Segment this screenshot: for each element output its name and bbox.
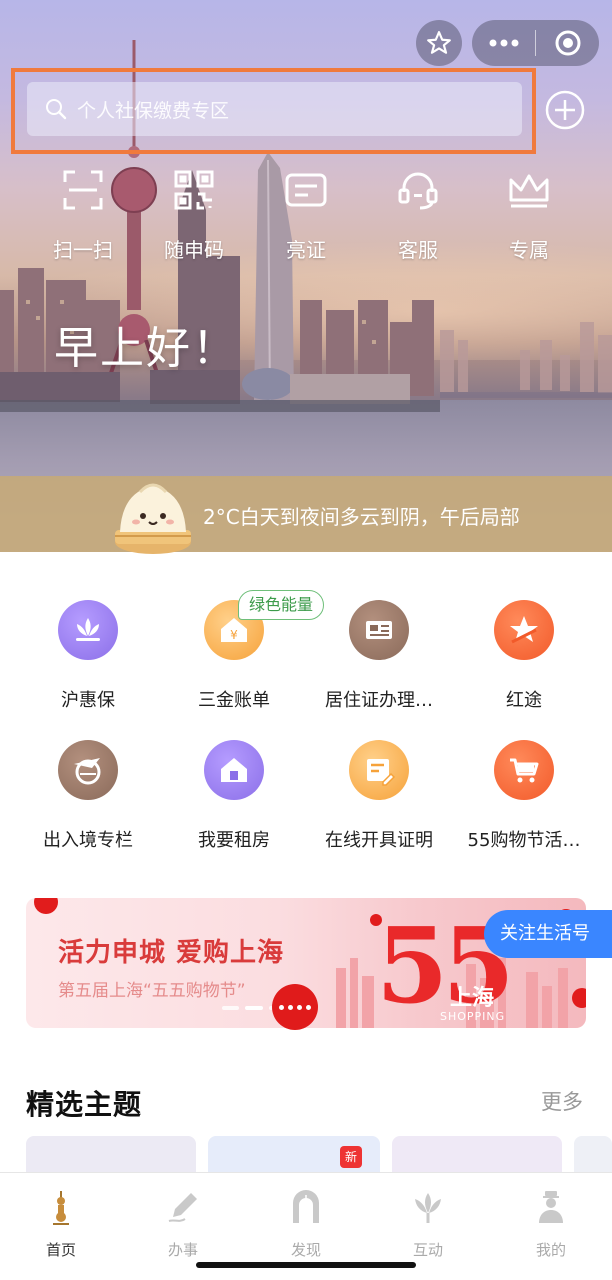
- svg-text:¥: ¥: [230, 628, 238, 642]
- dot: [279, 1004, 284, 1010]
- floating-more-icon[interactable]: [272, 984, 318, 1030]
- weather-text: 2°C白天到夜间多云到阴，午后局部: [203, 505, 520, 529]
- themes-more-link[interactable]: 更多: [541, 1086, 583, 1116]
- pagination-dot: [222, 1006, 240, 1010]
- service-label: 三金账单: [198, 690, 270, 711]
- tab-home[interactable]: 首页: [16, 1189, 106, 1260]
- quick-action-label: 专属: [509, 238, 549, 262]
- service-icon-bg: [494, 600, 554, 660]
- search-input[interactable]: 个人社保缴费专区: [27, 82, 522, 136]
- service-label: 55购物节活…: [467, 830, 581, 851]
- service-icon-bg: [494, 740, 554, 800]
- search-placeholder: 个人社保缴费专区: [77, 99, 230, 122]
- service-red-route[interactable]: 红途: [451, 590, 597, 712]
- dot: [297, 1004, 302, 1010]
- id-card-icon: [285, 173, 327, 207]
- follow-life-account-button[interactable]: 关注生活号: [484, 910, 612, 958]
- cart-icon: [510, 758, 539, 783]
- service-icon-bg: [349, 600, 409, 660]
- service-icon-bg: [58, 740, 118, 800]
- quick-action-label: 亮证: [286, 238, 326, 262]
- crown-icon: [509, 174, 549, 208]
- document-edit-icon: [367, 759, 396, 786]
- quick-action-label: 随申码: [164, 238, 224, 262]
- dot: [288, 1004, 293, 1010]
- tab-label: 互动: [412, 1241, 443, 1259]
- tab-interact[interactable]: 互动: [383, 1189, 473, 1260]
- green-energy-tag: 绿色能量: [238, 590, 325, 620]
- service-label: 出入境专栏: [43, 830, 133, 851]
- tab-label: 首页: [45, 1241, 76, 1259]
- service-label: 沪惠保: [61, 690, 115, 711]
- service-shopping-festival[interactable]: 55购物节活…: [451, 730, 597, 852]
- tab-profile[interactable]: 我的: [506, 1189, 596, 1260]
- featured-themes-title: 精选主题: [26, 1088, 143, 1121]
- service-hu-hui-bao[interactable]: 沪惠保: [15, 590, 161, 712]
- tab-label: 我的: [535, 1241, 566, 1259]
- service-label: 在线开具证明: [325, 830, 433, 851]
- banner-title: 活力申城 爱购上海: [58, 938, 285, 968]
- house-icon: [221, 758, 247, 782]
- mini-program-capsule: [472, 20, 599, 66]
- quick-action-qr-code[interactable]: 随申码: [149, 160, 239, 263]
- service-icon-bg: [58, 600, 118, 660]
- star-icon: [427, 31, 451, 54]
- headset-icon: [398, 172, 438, 210]
- new-badge: 新: [340, 1146, 362, 1168]
- service-label: 红途: [506, 690, 542, 711]
- lotus-icon: [76, 618, 100, 641]
- tab-label: 发现: [290, 1241, 321, 1259]
- quick-action-label: 客服: [398, 238, 438, 262]
- service-residence-permit[interactable]: 居住证办理…: [306, 590, 452, 712]
- service-grid: 沪惠保 ¥ 三金账单 居住证办理… 红途 出入境专栏 我要租房 在线开具证明 5…: [0, 590, 612, 870]
- service-label: 居住证办理…: [325, 690, 433, 711]
- quick-actions: 扫一扫 随申码 亮证 客服 专属: [0, 160, 612, 270]
- quick-action-exclusive[interactable]: 专属: [484, 160, 574, 263]
- home-indicator: [196, 1262, 416, 1268]
- close-mini-program-button[interactable]: [536, 20, 599, 66]
- quick-action-customer-service[interactable]: 客服: [373, 160, 463, 263]
- dot: [306, 1004, 311, 1010]
- service-icon-bg: [349, 740, 409, 800]
- search-icon: [46, 99, 67, 120]
- tab-label: 办事: [167, 1241, 198, 1259]
- certificate-icon: [366, 621, 392, 639]
- quick-action-label: 扫一扫: [53, 238, 113, 262]
- ellipsis-icon: [489, 39, 518, 47]
- plane-globe-icon: [74, 758, 101, 785]
- service-label: 我要租房: [198, 830, 270, 851]
- qr-code-icon: [174, 170, 214, 210]
- banner-graphic-city: 上海: [450, 986, 495, 1011]
- star-flag-icon: [510, 616, 538, 644]
- more-button[interactable]: [472, 20, 535, 66]
- pen-icon: [168, 1193, 197, 1222]
- person-icon: [539, 1191, 563, 1223]
- flower-icon: [415, 1193, 441, 1223]
- service-online-certificate[interactable]: 在线开具证明: [306, 730, 452, 852]
- tab-discover[interactable]: 发现: [261, 1189, 351, 1260]
- service-icon-bg: [204, 740, 264, 800]
- service-rent-house[interactable]: 我要租房: [161, 730, 307, 852]
- hero-banner: 个人社保缴费专区 扫一扫 随申码 亮证 客服 专属 早上好！ 2°C白天到夜间多…: [0, 0, 612, 552]
- banner-decor-dot: [34, 898, 58, 914]
- target-icon: [555, 30, 580, 56]
- quick-action-id-card[interactable]: 亮证: [261, 160, 351, 263]
- arch-icon: [293, 1190, 319, 1223]
- greeting-text: 早上好！: [54, 323, 238, 374]
- quick-action-scan[interactable]: 扫一扫: [38, 160, 128, 263]
- banner-subtitle: 第五届上海“五五购物节”: [58, 981, 246, 1001]
- tab-services[interactable]: 办事: [138, 1189, 228, 1260]
- weather-bar[interactable]: 2°C白天到夜间多云到阴，午后局部: [0, 476, 612, 552]
- scan-icon: [63, 170, 103, 210]
- banner-graphic-sub: SHOPPING: [440, 1010, 506, 1023]
- add-icon[interactable]: [544, 89, 586, 131]
- service-immigration[interactable]: 出入境专栏: [15, 730, 161, 852]
- favorite-button[interactable]: [416, 20, 462, 66]
- pagination-dot-active: [245, 1006, 263, 1010]
- pagoda-icon: [53, 1191, 69, 1225]
- xiaolongbao-mascot-icon: [115, 483, 191, 554]
